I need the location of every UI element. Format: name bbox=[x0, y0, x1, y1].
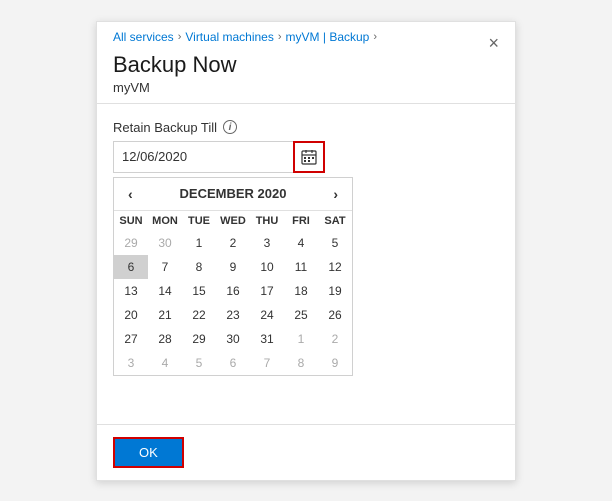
calendar-day[interactable]: 2 bbox=[318, 327, 352, 351]
cal-day-header: TUE bbox=[182, 211, 216, 231]
calendar-day-headers: SUNMONTUEWEDTHUFRISAT bbox=[114, 211, 352, 231]
calendar-toggle-button[interactable] bbox=[293, 141, 325, 173]
calendar-day[interactable]: 5 bbox=[182, 351, 216, 375]
calendar-day[interactable]: 21 bbox=[148, 303, 182, 327]
calendar-week-row: 3456789 bbox=[114, 351, 352, 375]
calendar-day[interactable]: 4 bbox=[148, 351, 182, 375]
calendar-day[interactable]: 4 bbox=[284, 231, 318, 255]
retain-label: Retain Backup Till i bbox=[113, 120, 499, 135]
calendar-week-row: 272829303112 bbox=[114, 327, 352, 351]
calendar-day[interactable]: 29 bbox=[114, 231, 148, 255]
calendar-day[interactable]: 28 bbox=[148, 327, 182, 351]
calendar-day[interactable]: 9 bbox=[216, 255, 250, 279]
calendar-icon bbox=[301, 149, 317, 165]
calendar-day[interactable]: 3 bbox=[114, 351, 148, 375]
calendar-week-row: 6789101112 bbox=[114, 255, 352, 279]
cal-day-header: FRI bbox=[284, 211, 318, 231]
calendar-week-row: 293012345 bbox=[114, 231, 352, 255]
calendar-day[interactable]: 23 bbox=[216, 303, 250, 327]
calendar-day[interactable]: 30 bbox=[148, 231, 182, 255]
calendar-day[interactable]: 7 bbox=[250, 351, 284, 375]
calendar-day[interactable]: 14 bbox=[148, 279, 182, 303]
date-input-row bbox=[113, 141, 499, 173]
cal-day-header: SUN bbox=[114, 211, 148, 231]
cal-day-header: WED bbox=[216, 211, 250, 231]
calendar-day[interactable]: 11 bbox=[284, 255, 318, 279]
panel-header: Backup Now myVM bbox=[97, 48, 515, 103]
panel-body: Retain Backup Till i bbox=[97, 104, 515, 424]
calendar-day[interactable]: 26 bbox=[318, 303, 352, 327]
breadcrumb: All services › Virtual machines › myVM |… bbox=[97, 22, 515, 48]
calendar-day[interactable]: 9 bbox=[318, 351, 352, 375]
retain-label-text: Retain Backup Till bbox=[113, 120, 217, 135]
calendar-day[interactable]: 15 bbox=[182, 279, 216, 303]
calendar-day[interactable]: 1 bbox=[182, 231, 216, 255]
close-button[interactable]: × bbox=[484, 30, 503, 56]
calendar-day[interactable]: 1 bbox=[284, 327, 318, 351]
calendar-day[interactable]: 27 bbox=[114, 327, 148, 351]
cal-day-header: MON bbox=[148, 211, 182, 231]
calendar-day[interactable]: 13 bbox=[114, 279, 148, 303]
calendar-day[interactable]: 30 bbox=[216, 327, 250, 351]
calendar-day[interactable]: 19 bbox=[318, 279, 352, 303]
panel-title: Backup Now bbox=[113, 52, 499, 78]
calendar-day[interactable]: 8 bbox=[182, 255, 216, 279]
calendar-day[interactable]: 10 bbox=[250, 255, 284, 279]
calendar-day[interactable]: 25 bbox=[284, 303, 318, 327]
backup-now-panel: All services › Virtual machines › myVM |… bbox=[96, 21, 516, 481]
calendar-header: ‹ DECEMBER 2020 › bbox=[114, 178, 352, 211]
calendar-week-row: 20212223242526 bbox=[114, 303, 352, 327]
calendar-month-year: DECEMBER 2020 bbox=[180, 186, 287, 201]
calendar-day[interactable]: 12 bbox=[318, 255, 352, 279]
breadcrumb-sep-2: › bbox=[278, 31, 282, 43]
calendar-day[interactable]: 3 bbox=[250, 231, 284, 255]
calendar-day[interactable]: 8 bbox=[284, 351, 318, 375]
calendar: ‹ DECEMBER 2020 › SUNMONTUEWEDTHUFRISAT … bbox=[113, 177, 353, 376]
date-input[interactable] bbox=[113, 141, 293, 173]
calendar-grid: SUNMONTUEWEDTHUFRISAT 293012345678910111… bbox=[114, 211, 352, 375]
calendar-next-button[interactable]: › bbox=[327, 184, 344, 204]
cal-day-header: THU bbox=[250, 211, 284, 231]
calendar-day[interactable]: 16 bbox=[216, 279, 250, 303]
calendar-day[interactable]: 7 bbox=[148, 255, 182, 279]
ok-button[interactable]: OK bbox=[113, 437, 184, 468]
calendar-day[interactable]: 6 bbox=[114, 255, 148, 279]
calendar-day[interactable]: 17 bbox=[250, 279, 284, 303]
calendar-day[interactable]: 29 bbox=[182, 327, 216, 351]
info-icon: i bbox=[223, 120, 237, 134]
calendar-day[interactable]: 5 bbox=[318, 231, 352, 255]
breadcrumb-myvm-backup[interactable]: myVM | Backup bbox=[286, 30, 370, 44]
calendar-day[interactable]: 6 bbox=[216, 351, 250, 375]
calendar-day[interactable]: 18 bbox=[284, 279, 318, 303]
panel-footer: OK bbox=[97, 424, 515, 480]
cal-day-header: SAT bbox=[318, 211, 352, 231]
calendar-day[interactable]: 24 bbox=[250, 303, 284, 327]
breadcrumb-virtual-machines[interactable]: Virtual machines bbox=[185, 30, 274, 44]
breadcrumb-sep-3: › bbox=[373, 31, 377, 43]
calendar-day[interactable]: 31 bbox=[250, 327, 284, 351]
calendar-week-row: 13141516171819 bbox=[114, 279, 352, 303]
calendar-prev-button[interactable]: ‹ bbox=[122, 184, 139, 204]
panel-subtitle: myVM bbox=[113, 80, 499, 95]
calendar-day[interactable]: 20 bbox=[114, 303, 148, 327]
calendar-body: 2930123456789101112131415161718192021222… bbox=[114, 231, 352, 375]
calendar-day[interactable]: 22 bbox=[182, 303, 216, 327]
calendar-day[interactable]: 2 bbox=[216, 231, 250, 255]
breadcrumb-all-services[interactable]: All services bbox=[113, 30, 174, 44]
breadcrumb-sep-1: › bbox=[178, 31, 182, 43]
